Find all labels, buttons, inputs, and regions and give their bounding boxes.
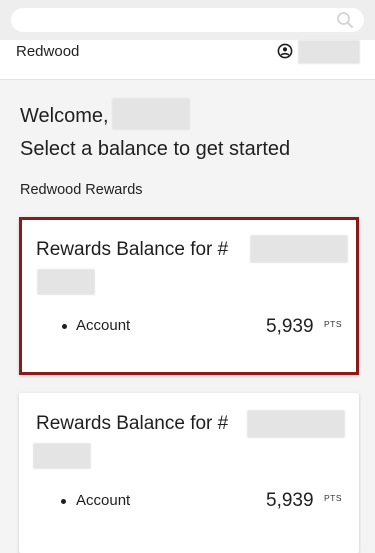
bullet-icon [61,499,66,504]
redacted-account-number [33,443,91,469]
account-label: Account [76,317,131,334]
redacted-account-number [37,269,95,295]
search-input[interactable] [11,8,364,32]
balance-card[interactable]: Rewards Balance for # Account 5,939 PTS [19,393,359,553]
section-label: Redwood Rewards [20,182,143,198]
search-icon[interactable] [336,11,354,29]
welcome-heading: Welcome, [20,105,109,127]
card-title: Rewards Balance for # [36,413,229,434]
redacted-account-number [247,410,345,438]
points-unit: PTS [324,493,343,503]
points-value: 5,939 [266,316,314,337]
redacted-user-name [112,98,190,130]
points-value: 5,939 [266,490,314,511]
redacted-account-number [250,235,348,263]
brand-name[interactable]: Redwood [16,43,79,60]
bullet-icon [62,324,67,329]
top-bar [0,0,375,40]
card-title: Rewards Balance for # [36,239,229,260]
redacted-username [298,40,360,64]
site-header: Redwood [0,40,375,80]
account-label: Account [76,492,131,509]
balance-card[interactable]: Rewards Balance for # Account 5,939 PTS [19,217,359,375]
user-circle-icon[interactable] [277,43,293,59]
page-subtitle: Select a balance to get started [20,138,291,160]
points-unit: PTS [324,319,343,329]
